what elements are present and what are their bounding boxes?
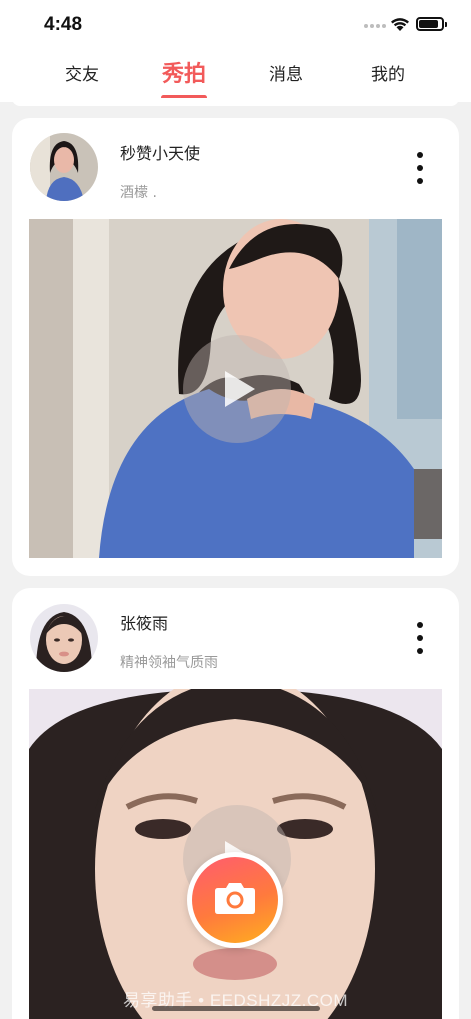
camera-icon	[215, 883, 255, 914]
top-tab-bar: 交友 秀拍 消息 我的	[0, 52, 471, 102]
post-card: 秒赞小天使 酒檬 .	[12, 118, 459, 576]
camera-button[interactable]	[187, 852, 283, 948]
battery-icon	[416, 17, 447, 31]
post-caption: 酒檬 .	[120, 185, 157, 201]
signal-icon	[364, 24, 386, 28]
post-username[interactable]: 秒赞小天使	[120, 140, 200, 164]
avatar[interactable]	[30, 604, 98, 672]
video-thumbnail[interactable]	[29, 219, 442, 558]
status-bar: 4:48	[0, 0, 471, 52]
status-time: 4:48	[44, 14, 83, 35]
tab-friends[interactable]: 交友	[37, 52, 127, 102]
more-vertical-icon[interactable]	[408, 148, 432, 188]
more-vertical-icon[interactable]	[408, 618, 432, 658]
wifi-icon	[391, 18, 409, 31]
home-indicator	[152, 1006, 320, 1011]
avatar[interactable]	[30, 133, 98, 201]
previous-card-edge	[12, 98, 459, 106]
tab-messages[interactable]: 消息	[241, 52, 331, 102]
play-icon[interactable]	[183, 335, 291, 443]
tab-mine[interactable]: 我的	[343, 52, 433, 102]
post-username[interactable]: 张筱雨	[120, 610, 168, 634]
post-caption: 精神领袖气质雨	[120, 655, 218, 671]
post-card: 张筱雨 精神领袖气质雨	[12, 588, 459, 1019]
